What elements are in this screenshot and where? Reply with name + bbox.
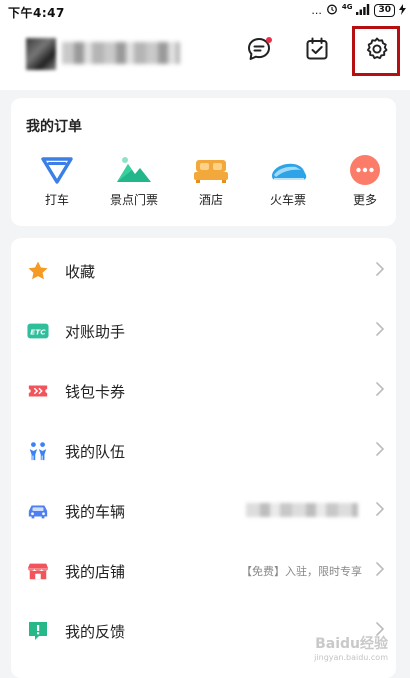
chevron-right-icon xyxy=(372,437,388,461)
menu-item-favorites[interactable]: 收藏 xyxy=(11,241,396,301)
orders-card: 我的订单 打车 景点门票 酒店 火车票 更多 xyxy=(11,98,396,226)
chevron-right-icon xyxy=(372,317,388,341)
menu-label: 我的反馈 xyxy=(65,623,126,641)
taxi-icon xyxy=(37,154,77,186)
task-check-icon xyxy=(304,36,330,66)
team-icon xyxy=(27,440,49,462)
chevron-right-icon xyxy=(372,557,388,581)
signal-bars-icon xyxy=(356,3,370,18)
coupon-icon xyxy=(27,380,49,402)
feedback-icon xyxy=(27,620,49,642)
order-label: 酒店 xyxy=(198,193,223,207)
avatar[interactable] xyxy=(26,38,56,70)
scenic-ticket-icon xyxy=(114,154,154,186)
order-label: 打车 xyxy=(44,193,69,207)
hotel-icon xyxy=(191,154,231,186)
menu-label: 我的队伍 xyxy=(65,443,126,461)
orders-title: 我的订单 xyxy=(26,119,82,135)
username-blurred[interactable] xyxy=(62,42,180,64)
chevron-right-icon xyxy=(372,497,388,521)
baidu-watermark: Baidu经验 jingyan.baidu.com xyxy=(314,637,388,665)
order-hotel[interactable]: 酒店 xyxy=(173,154,249,208)
settings-highlight-box xyxy=(352,26,400,76)
menu-label: 钱包卡券 xyxy=(65,383,126,401)
watermark-text: Baidu经验 xyxy=(315,636,388,652)
signal-label: 4G xyxy=(341,3,353,11)
menu-label: 我的车辆 xyxy=(65,503,126,521)
chevron-right-icon xyxy=(372,257,388,281)
status-dots: ... xyxy=(311,4,322,17)
train-ticket-icon xyxy=(268,154,308,186)
message-button[interactable] xyxy=(242,34,276,68)
battery-indicator: 30 xyxy=(374,4,395,17)
orders-grid: 打车 景点门票 酒店 火车票 更多 xyxy=(11,154,396,214)
watermark-url: jingyan.baidu.com xyxy=(314,653,388,662)
menu-label: 收藏 xyxy=(65,263,96,281)
menu-label: 我的店铺 xyxy=(65,563,126,581)
notification-dot xyxy=(266,37,272,43)
order-label: 景点门票 xyxy=(109,193,158,207)
menu-item-reconciliation[interactable]: ETC 对账助手 xyxy=(11,301,396,361)
menu-item-my-shop[interactable]: 我的店铺 【免费】入驻，限时专享 xyxy=(11,541,396,601)
order-label: 火车票 xyxy=(269,193,306,207)
status-icons: ... 4G 30 xyxy=(311,3,406,18)
profile-header xyxy=(0,22,410,90)
order-scenic-ticket[interactable]: 景点门票 xyxy=(96,154,172,208)
etc-icon: ETC xyxy=(27,320,49,342)
etc-icon-text: ETC xyxy=(30,328,46,337)
shop-icon xyxy=(27,560,49,582)
car-icon xyxy=(27,500,49,522)
alarm-icon xyxy=(326,3,338,18)
menu-item-my-vehicles[interactable]: 我的车辆 xyxy=(11,481,396,541)
order-more[interactable]: 更多 xyxy=(327,154,403,208)
menu-item-wallet-coupons[interactable]: 钱包卡券 xyxy=(11,361,396,421)
menu-card: 收藏 ETC 对账助手 钱包卡券 我的队伍 我的车辆 我的店铺 【免费】入驻，限… xyxy=(11,238,396,678)
shop-promo-text: 【免费】入驻，限时专享 xyxy=(241,565,362,578)
menu-item-my-team[interactable]: 我的队伍 xyxy=(11,421,396,481)
charging-icon xyxy=(399,3,406,18)
task-button[interactable] xyxy=(300,34,334,68)
star-icon xyxy=(27,260,49,282)
chevron-right-icon xyxy=(372,377,388,401)
menu-label: 对账助手 xyxy=(65,323,126,341)
order-label: 更多 xyxy=(352,193,377,207)
order-taxi[interactable]: 打车 xyxy=(19,154,95,208)
more-icon xyxy=(345,154,385,186)
order-train-ticket[interactable]: 火车票 xyxy=(250,154,326,208)
status-time: 下午4:47 xyxy=(8,6,65,20)
status-bar: 下午4:47 ... 4G 30 xyxy=(0,0,410,22)
vehicle-plate-blurred xyxy=(246,503,358,517)
